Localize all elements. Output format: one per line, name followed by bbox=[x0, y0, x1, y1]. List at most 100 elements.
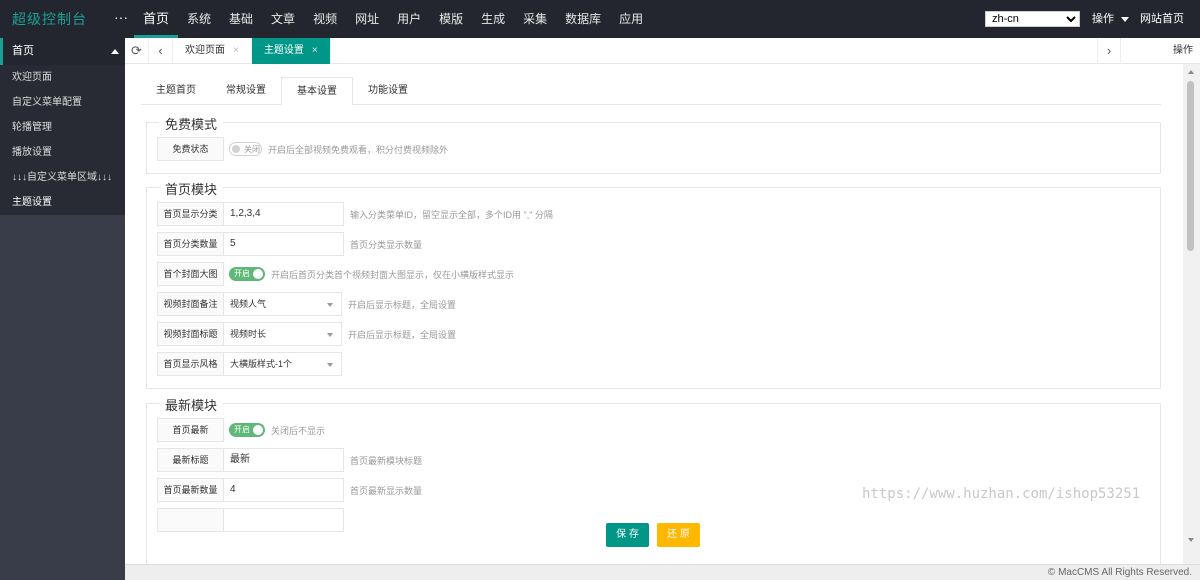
top-nav-video[interactable]: 视频 bbox=[304, 0, 346, 38]
site-home-link[interactable]: 网站首页 bbox=[1140, 0, 1184, 38]
tab-basic-settings[interactable]: 基本设置 bbox=[281, 77, 353, 105]
top-operate-label: 操作 bbox=[1092, 13, 1114, 25]
sidebar-group-home[interactable]: 首页 bbox=[0, 38, 125, 65]
top-nav-basic[interactable]: 基础 bbox=[220, 0, 262, 38]
chevron-right-icon[interactable]: › bbox=[1097, 38, 1121, 64]
sidebar-item-player[interactable]: 播放设置 bbox=[0, 140, 125, 165]
sidebar-item-custom-area[interactable]: ↓↓↓自定义菜单区域↓↓↓ bbox=[0, 165, 125, 190]
form-row: 视频封面标题 视频时长 开启后显示标题，全局设置 bbox=[157, 322, 456, 346]
select-value: 视频时长 bbox=[230, 329, 267, 339]
app-logo[interactable]: 超级控制台 bbox=[12, 0, 87, 38]
top-nav-generate[interactable]: 生成 bbox=[472, 0, 514, 38]
dropdown-arrow-icon bbox=[327, 303, 333, 307]
free-mode-section: 免费模式 免费状态 关闭 开启后全部视频免费观看，积分付费视频除外 bbox=[146, 114, 1161, 174]
tab-general-settings[interactable]: 常规设置 bbox=[211, 77, 281, 105]
caret-down-icon bbox=[1121, 16, 1129, 22]
top-operate-menu[interactable]: 操作 bbox=[1092, 0, 1129, 38]
home-module-section: 首页模块 首页显示分类 1,2,3,4 输入分类菜单ID，留空显示全部，多个ID… bbox=[146, 179, 1161, 389]
top-nav-home[interactable]: 首页 bbox=[134, 0, 179, 38]
top-nav-database[interactable]: 数据库 bbox=[556, 0, 610, 38]
tab-theme-settings[interactable]: 主题设置 × bbox=[251, 38, 331, 64]
field-label: 首页分类数量 bbox=[157, 232, 224, 256]
field-label: 视频封面备注 bbox=[157, 292, 224, 316]
scroll-down-icon[interactable] bbox=[1188, 538, 1194, 542]
top-nav-user[interactable]: 用户 bbox=[388, 0, 430, 38]
tab-label: 欢迎页面 bbox=[185, 45, 225, 56]
field-label: 首页最新数量 bbox=[157, 478, 224, 502]
home-style-select[interactable]: 大横版样式-1个 bbox=[224, 352, 342, 376]
latest-title-input[interactable]: 最新 bbox=[224, 448, 344, 472]
top-nav-article[interactable]: 文章 bbox=[262, 0, 304, 38]
toggle-knob bbox=[232, 145, 240, 153]
field-label: 视频封面标题 bbox=[157, 322, 224, 346]
field-hint: 首页最新模块标题 bbox=[350, 455, 423, 466]
language-select[interactable]: zh-cn bbox=[985, 11, 1080, 27]
top-nav-collect[interactable]: 采集 bbox=[514, 0, 556, 38]
field-hint: 开启后首页分类首个视频封面大图显示，仅在小横版样式显示 bbox=[271, 269, 515, 280]
sidebar-item-custom-menu[interactable]: 自定义菜单配置 bbox=[0, 90, 125, 115]
top-nav: 首页 系统 基础 文章 视频 网址 用户 模版 生成 采集 数据库 应用 bbox=[134, 0, 652, 38]
footer: © MacCMS All Rights Reserved. bbox=[125, 564, 1200, 580]
chevron-left-icon[interactable]: ‹ bbox=[149, 38, 173, 64]
home-categories-input[interactable]: 1,2,3,4 bbox=[224, 202, 344, 226]
form-row-partial bbox=[157, 508, 344, 532]
sidebar-group-label: 首页 bbox=[12, 45, 34, 57]
field-hint: 输入分类菜单ID，留空显示全部，多个ID用 "," 分隔 bbox=[350, 209, 553, 220]
free-status-toggle[interactable]: 关闭 bbox=[229, 142, 262, 156]
scroll-up-icon[interactable] bbox=[1188, 70, 1194, 74]
partial-input[interactable] bbox=[224, 508, 344, 532]
dropdown-arrow-icon bbox=[327, 363, 333, 367]
field-hint: 开启后全部视频免费观看，积分付费视频除外 bbox=[268, 144, 449, 155]
first-cover-large-toggle[interactable]: 开启 bbox=[229, 267, 265, 281]
field-label: 首页显示风格 bbox=[157, 352, 224, 376]
close-icon[interactable]: × bbox=[233, 45, 239, 56]
field-label: 首页最新 bbox=[157, 418, 224, 442]
form-row: 视频封面备注 视频人气 开启后显示标题，全局设置 bbox=[157, 292, 456, 316]
settings-tabs: 主题首页 常规设置 基本设置 功能设置 bbox=[141, 77, 1161, 105]
cover-title-select[interactable]: 视频时长 bbox=[224, 322, 342, 346]
tab-label: 主题设置 bbox=[263, 45, 304, 56]
latest-module-section: 最新模块 首页最新 开启 关闭后不显示 最新标题 最新 首页最新模块标题 首页最… bbox=[146, 395, 1161, 564]
form-row: 最新标题 最新 首页最新模块标题 bbox=[157, 448, 422, 472]
sidebar-item-theme[interactable]: 主题设置 bbox=[0, 190, 125, 215]
home-latest-toggle[interactable]: 开启 bbox=[229, 423, 265, 437]
scroll-thumb[interactable] bbox=[1187, 81, 1194, 251]
refresh-icon[interactable]: ⟳ bbox=[125, 38, 149, 64]
form-row: 首页显示分类 1,2,3,4 输入分类菜单ID，留空显示全部，多个ID用 ","… bbox=[157, 202, 553, 226]
form-row: 首页最新数量 4 首页最新显示数量 bbox=[157, 478, 422, 502]
chevron-up-icon bbox=[111, 49, 119, 54]
section-title: 免费模式 bbox=[159, 114, 224, 133]
select-value: 视频人气 bbox=[230, 299, 267, 309]
top-nav-apps[interactable]: 应用 bbox=[610, 0, 652, 38]
top-header: 超级控制台 ··· 首页 系统 基础 文章 视频 网址 用户 模版 生成 采集 … bbox=[0, 0, 1200, 38]
more-menu-icon[interactable]: ··· bbox=[114, 0, 128, 34]
field-hint: 首页分类显示数量 bbox=[350, 239, 423, 250]
toggle-text: 开启 bbox=[234, 269, 250, 278]
sidebar-item-carousel[interactable]: 轮播管理 bbox=[0, 115, 125, 140]
field-hint: 首页最新显示数量 bbox=[350, 485, 423, 496]
top-nav-system[interactable]: 系统 bbox=[178, 0, 220, 38]
tab-feature-settings[interactable]: 功能设置 bbox=[353, 77, 423, 105]
reset-button[interactable]: 还 原 bbox=[657, 523, 700, 547]
sidebar: 首页 欢迎页面 自定义菜单配置 轮播管理 播放设置 ↓↓↓自定义菜单区域↓↓↓ … bbox=[0, 38, 125, 580]
field-label: 首个封面大图 bbox=[157, 262, 224, 286]
sidebar-item-welcome[interactable]: 欢迎页面 bbox=[0, 65, 125, 90]
vertical-scrollbar[interactable] bbox=[1183, 64, 1200, 564]
latest-count-input[interactable]: 4 bbox=[224, 478, 344, 502]
top-nav-website[interactable]: 网址 bbox=[346, 0, 388, 38]
field-label: 首页显示分类 bbox=[157, 202, 224, 226]
tab-welcome[interactable]: 欢迎页面 × bbox=[173, 38, 252, 64]
select-value: 大横版样式-1个 bbox=[230, 359, 293, 369]
home-category-count-input[interactable]: 5 bbox=[224, 232, 344, 256]
tab-operate-label: 操作 bbox=[1173, 45, 1193, 56]
save-button[interactable]: 保 存 bbox=[606, 523, 649, 547]
toggle-knob bbox=[253, 425, 263, 435]
close-icon[interactable]: × bbox=[312, 45, 318, 56]
top-nav-template[interactable]: 模版 bbox=[430, 0, 472, 38]
toggle-text: 关闭 bbox=[244, 145, 260, 154]
section-title: 最新模块 bbox=[159, 395, 224, 414]
tab-theme-home[interactable]: 主题首页 bbox=[141, 77, 211, 105]
tab-bar: ⟳ ‹ 欢迎页面 × 主题设置 × › 操作 bbox=[125, 38, 1200, 79]
field-label: 免费状态 bbox=[157, 137, 224, 161]
cover-note-select[interactable]: 视频人气 bbox=[224, 292, 342, 316]
